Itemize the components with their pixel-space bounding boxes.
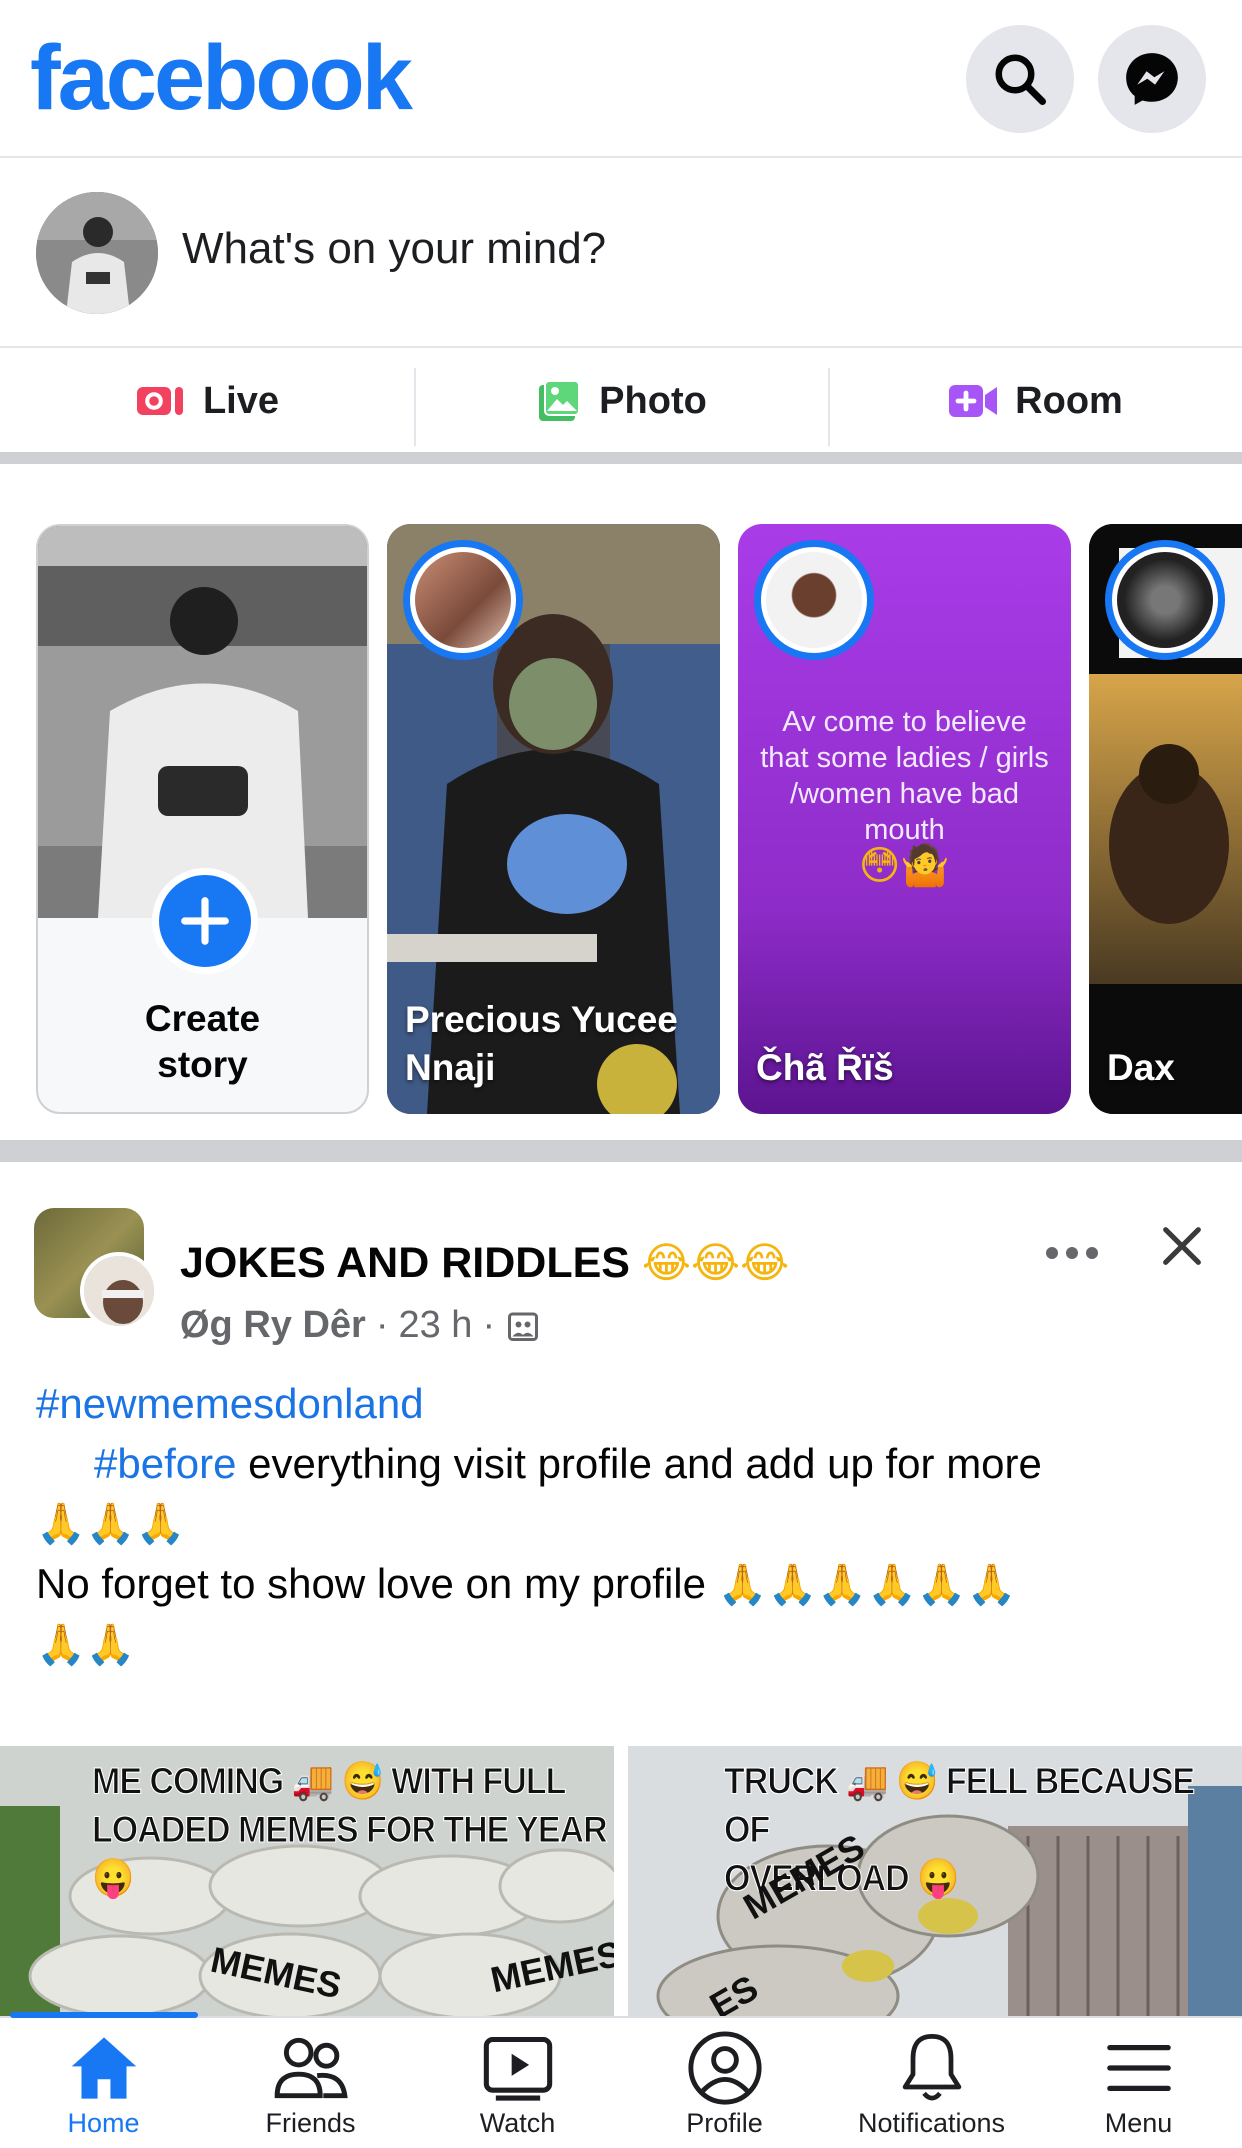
bell-icon (902, 2033, 961, 2101)
story-avatar (1105, 540, 1225, 660)
story-author: Čhã Řïš (756, 1047, 894, 1088)
create-story-line2: story (157, 1044, 248, 1085)
tab-watch[interactable]: Watch (414, 2018, 621, 2148)
tab-label: Notifications (857, 2108, 1006, 2138)
feed-post: JOKES AND RIDDLES 😂😂😂 Øg Ry Dêr · 23 h ·… (0, 1184, 1242, 2018)
search-button[interactable] (966, 25, 1074, 133)
messenger-button[interactable] (1098, 25, 1206, 133)
story-card[interactable]: Av come to believe that some ladies / gi… (738, 524, 1071, 1114)
tab-friends[interactable]: Friends (207, 2018, 414, 2148)
meme-caption-line: TRUCK 🚚 😅 FELL BECAUSE OF (724, 1760, 1196, 1851)
tab-notifications[interactable]: Notifications (828, 2018, 1035, 2148)
tab-label: Watch (479, 2108, 556, 2138)
plus-icon (181, 897, 229, 945)
photo-label: Photo (599, 379, 707, 422)
meme-caption-line: ME COMING 🚚 😅 WITH FULL (92, 1760, 567, 1803)
composer-actions: Live Photo Room (0, 350, 1242, 464)
post-text-line: No forget to show love on my profile (36, 1560, 718, 1607)
watch-icon (483, 2036, 552, 2101)
composer-placeholder[interactable]: What's on your mind? (182, 224, 606, 274)
top-bar: facebook (0, 0, 1242, 158)
friends-icon (274, 2037, 348, 2099)
tab-home[interactable]: Home (0, 2018, 207, 2148)
post-emoji-line: 🙏🙏 (36, 1622, 136, 1668)
photo-button[interactable]: Photo (414, 350, 828, 452)
post-text: #newmemesdonland #before everything visi… (36, 1374, 1216, 1675)
menu-icon (1106, 2044, 1171, 2092)
tab-label: Profile (686, 2108, 763, 2138)
story-emoji: 😳🤷 (858, 843, 951, 889)
post-text-line: everything visit profile and add up for … (236, 1440, 1042, 1487)
create-story-photo (38, 526, 367, 918)
messenger-icon (1126, 53, 1178, 105)
post-emoji: 🙏🙏🙏🙏🙏🙏 (717, 1562, 1017, 1608)
home-icon (71, 2037, 136, 2099)
search-icon (995, 54, 1046, 105)
create-story-line1: Create (144, 998, 261, 1039)
meme-caption-line: LOADED MEMES FOR THE YEAR 😛 (92, 1809, 609, 1900)
hashtag-link[interactable]: #newmemesdonland (36, 1380, 424, 1427)
story-avatar (403, 540, 523, 660)
room-button[interactable]: Room (828, 350, 1242, 452)
story-author: Dax (1107, 1047, 1175, 1088)
tab-label: Home (67, 2108, 140, 2138)
stories-tray: Create story Precious Yucee Nnaji Av com… (0, 476, 1242, 1162)
create-story-label: Create story (38, 996, 367, 1088)
group-audience-icon (508, 1312, 539, 1341)
story-avatar (754, 540, 874, 660)
add-story-button[interactable] (152, 868, 258, 974)
avatar[interactable] (36, 192, 158, 314)
group-name-text: JOKES AND RIDDLES (180, 1239, 630, 1287)
story-text: Av come to believe that some ladies / gi… (758, 704, 1051, 889)
meme-caption: ME COMING 🚚 😅 WITH FULL LOADED MEMES FOR … (92, 1757, 614, 1902)
group-emoji: 😂😂😂 (641, 1238, 790, 1287)
tab-label: Friends (265, 2108, 356, 2138)
story-card[interactable]: Dax (1089, 524, 1242, 1114)
facebook-logo[interactable]: facebook (30, 26, 413, 131)
profile-icon (687, 2031, 762, 2105)
post-time[interactable]: 23 h (398, 1304, 472, 1347)
post-image[interactable]: ME COMING 🚚 😅 WITH FULL LOADED MEMES FOR … (0, 1746, 614, 2018)
hashtag-link[interactable]: #before (94, 1440, 236, 1487)
story-text-body: Av come to believe that some ladies / gi… (760, 706, 1049, 846)
live-video-icon (136, 387, 183, 415)
more-options-button[interactable] (1046, 1238, 1106, 1268)
room-video-icon (949, 385, 998, 417)
create-story-card[interactable]: Create story (36, 524, 369, 1114)
bottom-tab-bar: Home Friends Watch Profile Notifications… (0, 2012, 1242, 2148)
meta-separator: · (482, 1304, 496, 1346)
close-icon[interactable] (1154, 1218, 1210, 1274)
story-card[interactable]: Precious Yucee Nnaji (387, 524, 720, 1114)
author-name[interactable]: Øg Ry Dêr (180, 1304, 366, 1347)
live-label: Live (202, 379, 280, 422)
post-emoji-line: 🙏🙏🙏 (36, 1501, 186, 1547)
tab-profile[interactable]: Profile (621, 2018, 828, 2148)
photo-icon (539, 380, 581, 421)
room-label: Room (1015, 379, 1123, 422)
post-meta: Øg Ry Dêr · 23 h · (180, 1304, 541, 1347)
tab-label: Menu (1104, 2108, 1173, 2138)
story-author: Precious Yucee Nnaji (405, 999, 678, 1088)
live-button[interactable]: Live (0, 350, 414, 452)
post-image[interactable]: TRUCK 🚚 😅 FELL BECAUSE OF OVERLOAD 😛 MEME… (628, 1746, 1242, 2018)
meta-separator: · (375, 1304, 389, 1346)
group-name[interactable]: JOKES AND RIDDLES 😂😂😂 (180, 1238, 789, 1288)
author-avatar[interactable] (80, 1252, 158, 1330)
tab-menu[interactable]: Menu (1035, 2018, 1242, 2148)
post-composer[interactable]: What's on your mind? (0, 158, 1242, 348)
